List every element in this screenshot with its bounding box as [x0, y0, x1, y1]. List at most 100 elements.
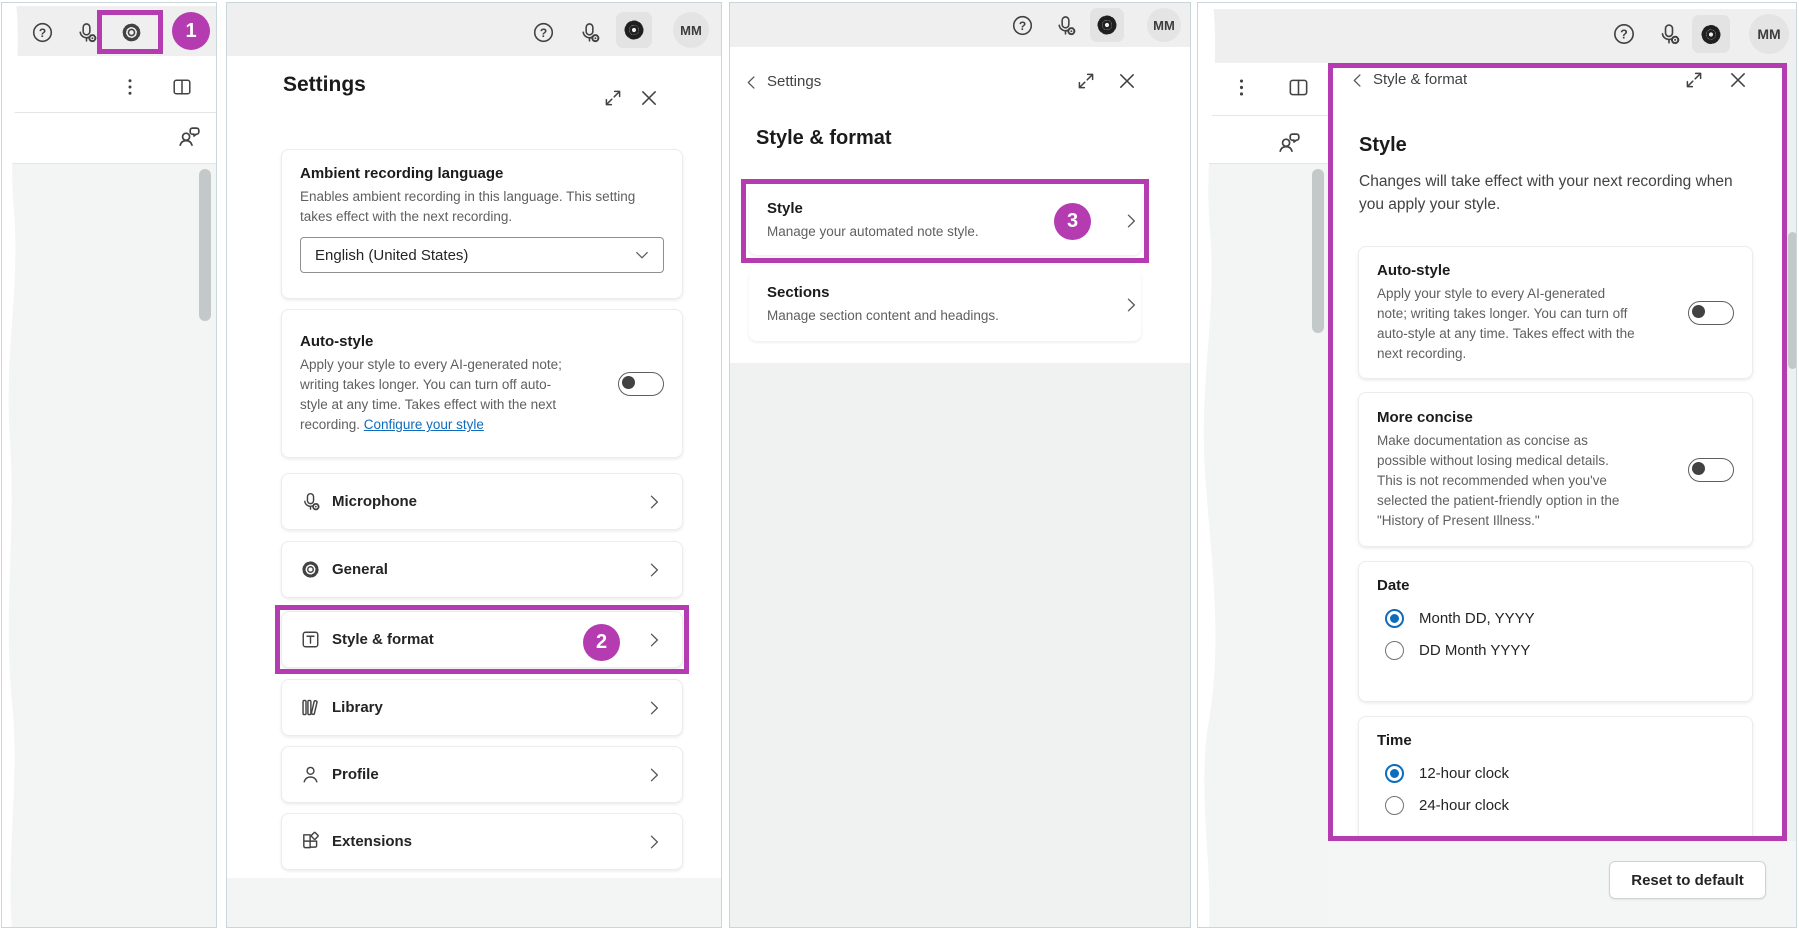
settings-button[interactable]	[119, 20, 143, 44]
auto-style-toggle[interactable]	[1688, 301, 1734, 325]
date-option-row: Month DD, YYYY	[1385, 609, 1734, 628]
breadcrumb-back-label[interactable]: Settings	[767, 73, 821, 90]
close-icon	[1727, 69, 1749, 91]
microphone-settings-button[interactable]	[1053, 13, 1077, 37]
microphone-settings-button[interactable]	[74, 20, 98, 44]
back-button[interactable]	[1345, 68, 1369, 92]
segment-settings-step2: MM Settings Ambient recording language E…	[226, 2, 722, 928]
radio-label: DD Month YYYY	[1419, 642, 1530, 659]
settings-button[interactable]	[1699, 22, 1723, 46]
gear-filled-icon	[1095, 13, 1119, 37]
sections-item-title: Sections	[767, 283, 1123, 303]
scrollbar-thumb[interactable]	[1788, 232, 1797, 369]
settings-button[interactable]	[1095, 13, 1119, 37]
scrollbar-thumb[interactable]	[1312, 169, 1324, 333]
auto-style-description: Apply your style to every AI-generated n…	[300, 355, 562, 435]
chevron-right-icon	[1121, 295, 1141, 315]
auto-style-title: Auto-style	[1377, 261, 1635, 281]
split-view-button[interactable]	[1286, 75, 1310, 99]
expand-panel-button[interactable]	[1682, 68, 1706, 92]
configure-your-style-link[interactable]: Configure your style	[364, 417, 484, 432]
sections-item-card[interactable]: Sections Manage section content and head…	[749, 269, 1141, 341]
empty-content-pane	[2, 164, 216, 928]
expand-panel-button[interactable]	[1074, 69, 1098, 93]
breadcrumb-back-label[interactable]: Style & format	[1373, 71, 1467, 88]
settings-item-label: Style & format	[332, 631, 434, 648]
microphone-settings-icon	[578, 21, 601, 44]
patients-button[interactable]	[1276, 129, 1302, 155]
settings-item-profile[interactable]: Profile	[281, 746, 683, 803]
settings-item-microphone[interactable]: Microphone	[281, 473, 683, 530]
close-panel-button[interactable]	[637, 86, 661, 110]
ambient-language-title: Ambient recording language	[300, 164, 664, 184]
panel-footer-strip	[227, 878, 721, 928]
auto-style-card: Auto-style Apply your style to every AI-…	[281, 309, 683, 458]
auto-style-toggle[interactable]	[618, 372, 664, 396]
account-avatar[interactable]: MM	[1749, 14, 1789, 54]
settings-item-label: Profile	[332, 766, 379, 783]
time-option-row: 12-hour clock	[1385, 764, 1734, 783]
language-select[interactable]: English (United States)	[300, 237, 664, 273]
chevron-right-icon	[644, 765, 664, 785]
settings-item-style-format[interactable]: Style & format	[281, 611, 683, 668]
scrollbar-thumb[interactable]	[199, 169, 211, 321]
kebab-menu-icon	[119, 76, 141, 98]
radio-selected[interactable]	[1385, 609, 1404, 628]
split-view-button[interactable]	[170, 75, 194, 99]
close-panel-button[interactable]	[1115, 69, 1139, 93]
people-chat-icon	[177, 124, 202, 149]
radio-unselected[interactable]	[1385, 796, 1404, 815]
time-title: Time	[1377, 731, 1734, 751]
settings-item-label: Library	[332, 699, 383, 716]
patients-button[interactable]	[176, 123, 202, 149]
help-button[interactable]	[30, 20, 54, 44]
ambient-language-description: Enables ambient recording in this langua…	[300, 187, 668, 227]
help-icon	[532, 21, 555, 44]
expand-icon	[1683, 69, 1705, 91]
radio-selected[interactable]	[1385, 764, 1404, 783]
settings-item-general[interactable]: General	[281, 541, 683, 598]
account-avatar[interactable]: MM	[673, 12, 709, 48]
back-button[interactable]	[740, 71, 762, 93]
microphone-settings-button[interactable]	[1657, 22, 1681, 46]
settings-item-extensions[interactable]: Extensions	[281, 813, 683, 870]
settings-item-label: Extensions	[332, 833, 412, 850]
people-chat-icon	[1277, 130, 1302, 155]
help-button[interactable]	[531, 20, 555, 44]
more-options-button[interactable]	[1229, 75, 1253, 99]
help-icon	[31, 21, 54, 44]
account-avatar[interactable]: MM	[1147, 8, 1181, 42]
chevron-right-icon	[644, 492, 664, 512]
close-panel-button[interactable]	[1726, 68, 1750, 92]
reset-to-default-button[interactable]: Reset to default	[1609, 861, 1766, 899]
microphone-settings-button[interactable]	[577, 20, 601, 44]
split-view-icon	[1287, 76, 1310, 99]
library-icon	[300, 697, 321, 718]
annotation-badge-3: 3	[1054, 203, 1091, 240]
help-button[interactable]	[1612, 22, 1636, 46]
screenshot-collage: 1 MM Settings Ambient recording language…	[0, 0, 1799, 930]
settings-item-library[interactable]: Library	[281, 679, 683, 736]
radio-unselected[interactable]	[1385, 641, 1404, 660]
date-format-card: Date Month DD, YYYY DD Month YYYY	[1358, 561, 1753, 702]
settings-button[interactable]	[622, 18, 646, 42]
microphone-settings-icon	[75, 21, 98, 44]
scrollbar-track[interactable]	[1787, 63, 1797, 841]
auto-style-title: Auto-style	[300, 332, 562, 352]
empty-content-pane	[1198, 164, 1328, 928]
more-concise-card: More concise Make documentation as conci…	[1358, 392, 1753, 547]
more-concise-toggle[interactable]	[1688, 458, 1734, 482]
divider	[2, 112, 216, 113]
more-options-button[interactable]	[118, 75, 142, 99]
chevron-left-icon	[1348, 71, 1367, 90]
apps-icon	[300, 831, 321, 852]
split-view-icon	[171, 76, 193, 98]
expand-panel-button[interactable]	[601, 86, 625, 110]
panel-footer-strip	[730, 363, 1190, 927]
expand-icon	[1075, 70, 1097, 92]
annotation-badge-2: 2	[583, 624, 620, 661]
date-title: Date	[1377, 576, 1734, 596]
help-button[interactable]	[1010, 13, 1034, 37]
panel-description: Changes will take effect with your next …	[1359, 170, 1751, 216]
panel-title: Style & format	[756, 127, 892, 150]
